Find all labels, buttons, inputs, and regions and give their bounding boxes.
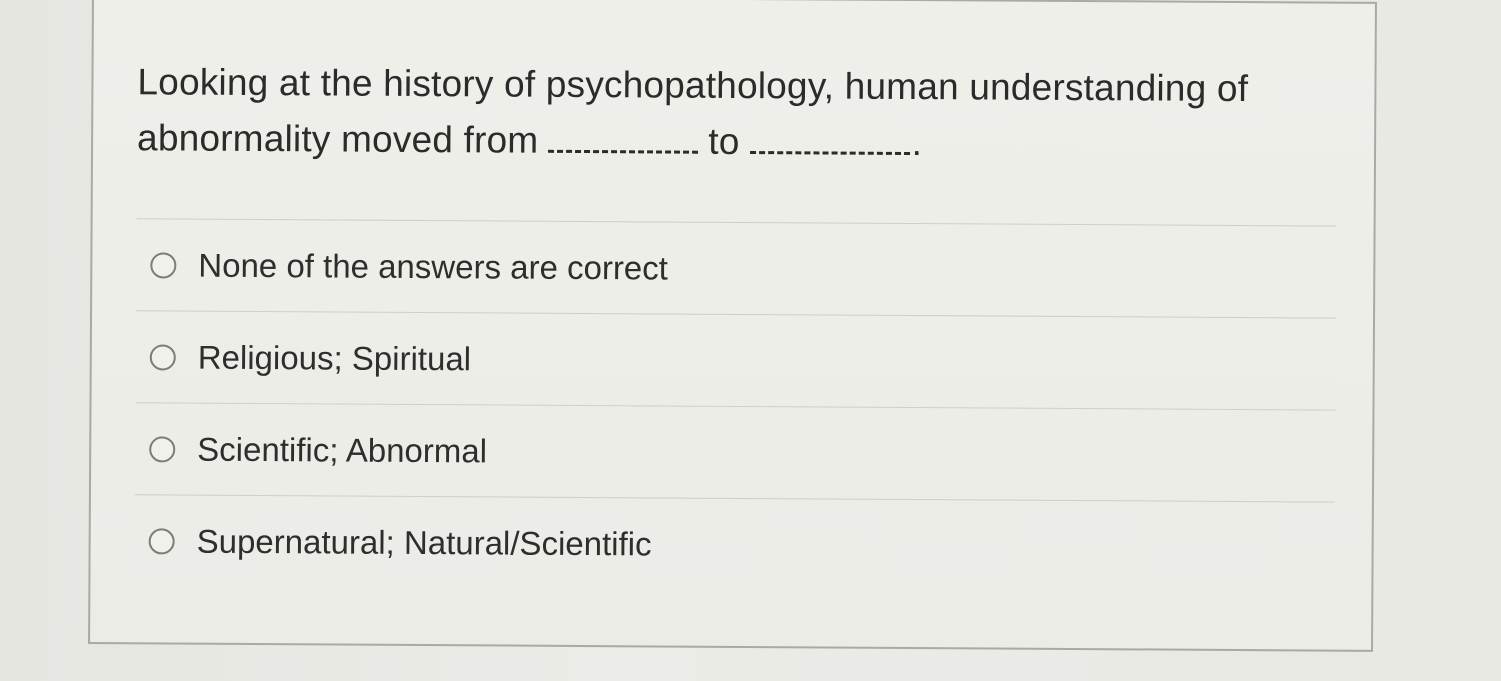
answer-option-label: None of the answers are correct [198,246,669,287]
answer-option-supernatural-natural[interactable]: Supernatural; Natural/Scientific [134,495,1335,593]
answer-option-label: Scientific; Abnormal [197,430,488,469]
answer-option-religious-spiritual[interactable]: Religious; Spiritual [136,311,1337,409]
answer-option-scientific-abnormal[interactable]: Scientific; Abnormal [135,403,1336,501]
radio-button-icon[interactable] [148,527,175,555]
second-blank [749,121,910,155]
answer-options: None of the answers are correct Religiou… [134,218,1337,593]
question-text: Looking at the history of psychopatholog… [137,54,1318,173]
first-blank [548,119,699,154]
question-card: Looking at the history of psychopatholog… [88,0,1377,652]
radio-button-icon[interactable] [149,435,176,463]
answer-option-none[interactable]: None of the answers are correct [136,219,1337,317]
question-end-punctuation: . [911,122,923,164]
answer-option-label: Religious; Spiritual [197,338,472,377]
radio-button-icon[interactable] [150,251,177,279]
question-connector: to [708,120,740,162]
radio-button-icon[interactable] [149,343,176,371]
answer-option-label: Supernatural; Natural/Scientific [196,522,652,562]
